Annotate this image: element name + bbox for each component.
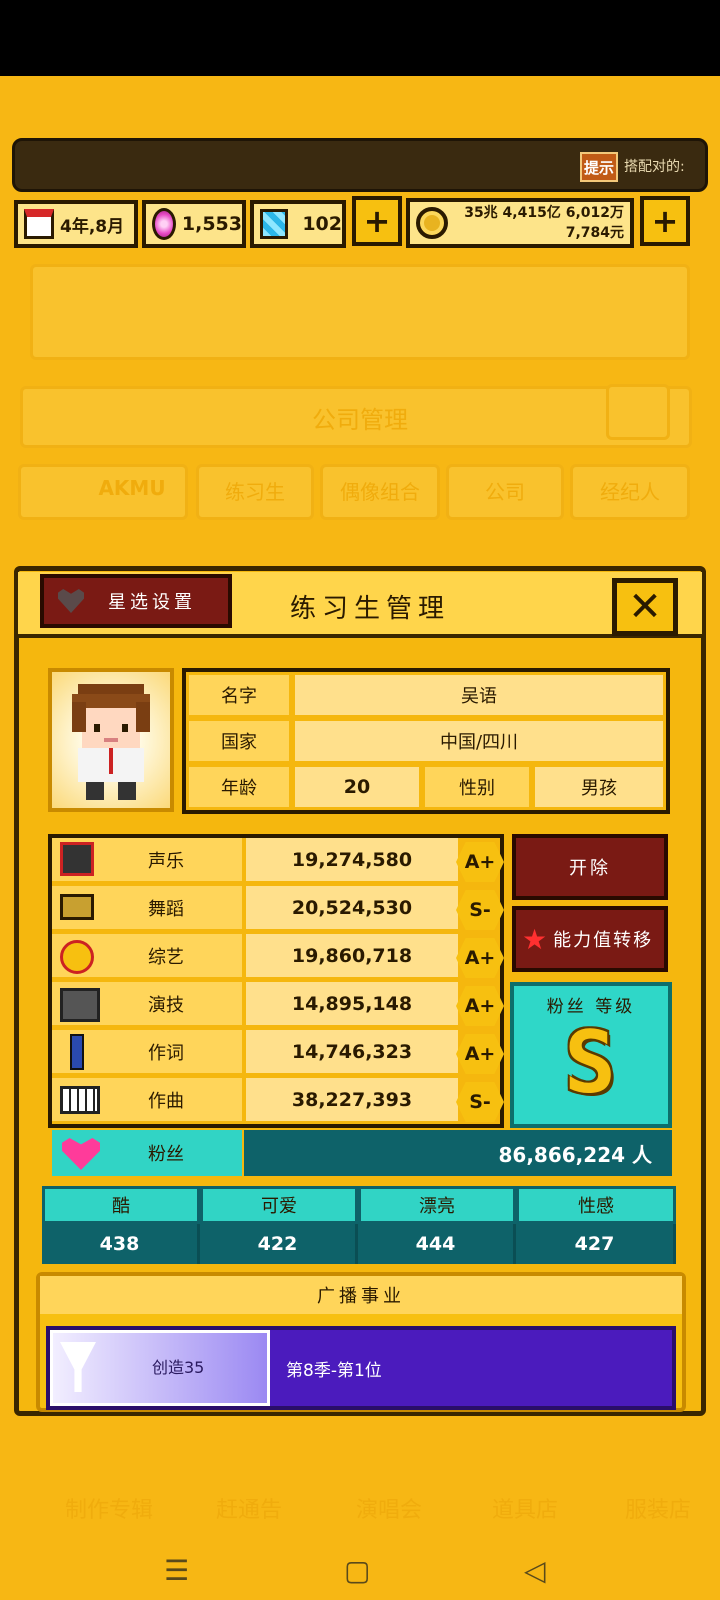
name-value: 吴语 — [292, 672, 666, 718]
transfer-ability-label: 能力值转移 — [553, 930, 654, 951]
transfer-ability-button[interactable]: ★ 能力值转移 — [512, 906, 668, 972]
money-line-1: 35兆 4,415亿 6,012万 — [464, 205, 624, 221]
stat-label-acting: 演技 — [148, 994, 184, 1016]
gem-value: 1,553 — [181, 213, 242, 235]
grade-vocal: A+ — [456, 842, 504, 882]
trainee-portrait — [72, 684, 150, 800]
ghost-close-button — [606, 384, 670, 440]
name-label: 名字 — [186, 672, 292, 718]
star-icon: ★ — [522, 922, 550, 956]
attr-label-cute: 可爱 — [200, 1186, 358, 1224]
ghost-tab-label-3: 公司 — [485, 480, 525, 504]
star-settings-button[interactable]: 星选设置 — [40, 574, 232, 628]
dismiss-button[interactable]: 开除 — [512, 834, 668, 900]
stat-value-dance: 20,524,530 — [246, 886, 458, 932]
laugh-icon — [60, 940, 94, 974]
stat-value-vocal: 19,274,580 — [246, 838, 458, 884]
fans-row: 粉丝 — [52, 1130, 242, 1176]
money-display: 35兆 4,415亿 6,012万 7,784元 — [406, 198, 634, 248]
money-line-2: 7,784元 — [565, 225, 624, 241]
attr-value-cute: 422 — [200, 1224, 358, 1264]
age-value: 20 — [292, 764, 422, 810]
grade-lyrics: A+ — [456, 1034, 504, 1074]
grade-dance: S- — [456, 890, 504, 930]
diamond-value: 102 — [302, 213, 342, 235]
stat-value-lyrics: 14,746,323 — [246, 1030, 458, 1076]
avatar — [48, 668, 174, 812]
attr-label-cool: 酷 — [42, 1186, 200, 1224]
gem-icon — [152, 208, 176, 240]
bottom-tab-clothing-shop[interactable]: 服装店 — [596, 1478, 720, 1538]
stat-row-variety: 综艺 — [52, 934, 242, 980]
stat-label-dance: 舞蹈 — [148, 898, 184, 920]
stat-value-acting: 14,895,148 — [246, 982, 458, 1028]
stat-row-acting: 演技 — [52, 982, 242, 1028]
piano-icon — [60, 1086, 100, 1114]
country-value: 中国/四川 — [292, 718, 666, 764]
attr-label-sexy: 性感 — [516, 1186, 676, 1224]
star-settings-label: 星选设置 — [108, 592, 196, 613]
attr-value-sexy: 427 — [516, 1224, 676, 1264]
tip-button[interactable]: 提示 — [580, 152, 618, 182]
close-button[interactable]: ✕ — [612, 578, 678, 636]
fan-grade-value: S — [564, 1013, 616, 1113]
heart-icon — [58, 589, 84, 613]
back-icon[interactable]: ◁ — [524, 1554, 546, 1587]
fans-label: 粉丝 — [148, 1144, 184, 1165]
stat-label-variety: 综艺 — [148, 946, 184, 968]
heart-icon — [62, 1138, 100, 1170]
attr-value-pretty: 444 — [358, 1224, 516, 1264]
attr-value-cool: 438 — [42, 1224, 200, 1264]
attr-label-pretty: 漂亮 — [358, 1186, 516, 1224]
panel-title: 练习生管理 — [289, 594, 450, 624]
grade-variety: A+ — [456, 938, 504, 978]
stat-row-lyrics: 作词 — [52, 1030, 242, 1076]
pen-icon — [70, 1034, 84, 1070]
add-currency-button[interactable]: + — [352, 196, 402, 246]
grade-composing: S- — [456, 1082, 504, 1122]
stat-label-composing: 作曲 — [148, 1090, 184, 1112]
status-bar — [0, 0, 720, 76]
country-label: 国家 — [186, 718, 292, 764]
diamond-display: 102 — [250, 200, 346, 248]
broadcast-card-label: 创造35 — [152, 1358, 205, 1377]
stat-label-lyrics: 作词 — [148, 1042, 184, 1064]
bottom-tab-album[interactable]: 制作专辑 — [44, 1478, 174, 1538]
shoe-icon — [60, 894, 94, 920]
tip-text: 搭配对的: — [624, 159, 685, 175]
stat-value-composing: 38,227,393 — [246, 1078, 458, 1124]
bottom-tab-schedule[interactable]: 赶通告 — [184, 1478, 314, 1538]
fans-count: 86,866,224 人 — [244, 1130, 672, 1176]
menu-icon[interactable]: ☰ — [164, 1554, 189, 1587]
add-money-button[interactable]: + — [640, 196, 690, 246]
broadcast-title: 广播事业 — [40, 1276, 682, 1314]
ghost-tab-label-2: 偶像组合 — [340, 480, 420, 504]
date-value: 4年,8月 — [60, 216, 125, 237]
broadcast-rank: 第8季-第1位 — [286, 1361, 382, 1381]
ghost-company-title: 公司管理 — [312, 406, 408, 434]
bottom-tab-item-shop[interactable]: 道具店 — [460, 1478, 590, 1538]
coin-icon — [416, 207, 448, 239]
stat-row-vocal: 声乐 — [52, 838, 242, 884]
camera-icon — [60, 988, 100, 1022]
ghost-toolbar — [30, 264, 690, 360]
bottom-tab-concert[interactable]: 演唱会 — [324, 1478, 454, 1538]
gem-display: 1,553 — [142, 200, 246, 248]
ghost-tab-label-0: AKMU — [98, 476, 166, 500]
stat-label-vocal: 声乐 — [148, 850, 184, 872]
stat-row-composing: 作曲 — [52, 1078, 242, 1124]
diamond-icon — [260, 209, 289, 239]
stat-row-dance: 舞蹈 — [52, 886, 242, 932]
stat-value-variety: 19,860,718 — [246, 934, 458, 980]
grade-acting: A+ — [456, 986, 504, 1026]
home-icon[interactable]: ▢ — [344, 1554, 370, 1587]
microphone-icon — [60, 842, 94, 876]
gender-value: 男孩 — [532, 764, 666, 810]
age-label: 年龄 — [186, 764, 292, 810]
date-display: 4年,8月 — [14, 200, 138, 248]
ghost-tab-label-1: 练习生 — [225, 480, 285, 504]
gender-label: 性别 — [422, 764, 532, 810]
calendar-icon — [24, 209, 54, 239]
ghost-tab-label-4: 经纪人 — [600, 480, 660, 504]
